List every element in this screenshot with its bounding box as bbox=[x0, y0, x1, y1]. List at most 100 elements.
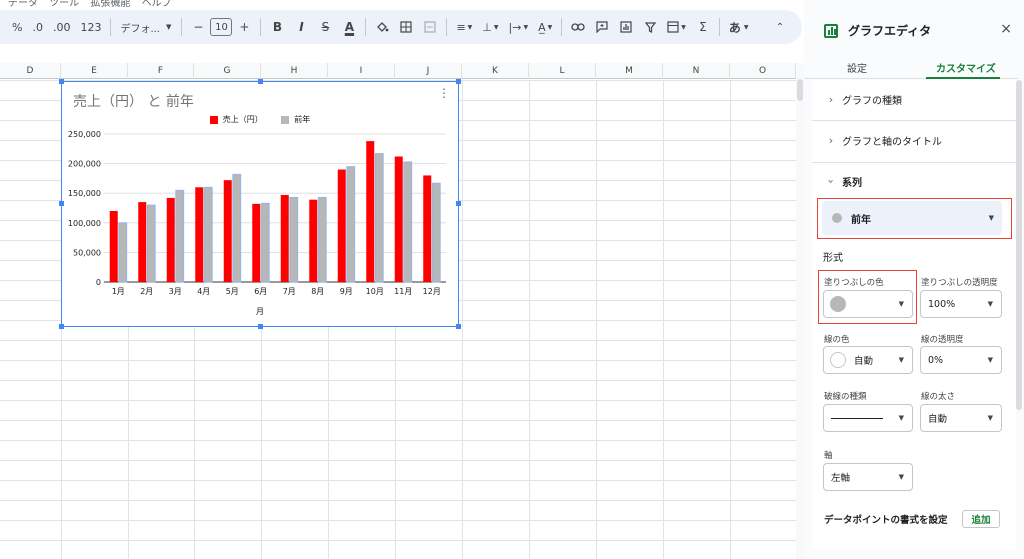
insert-link-button[interactable] bbox=[567, 15, 589, 39]
column-header[interactable]: E bbox=[61, 63, 128, 79]
line-color-picker[interactable]: 自動 ▼ bbox=[823, 346, 913, 374]
x-tick-label: 8月 bbox=[311, 287, 324, 296]
chevron-down-icon: ▼ bbox=[493, 23, 499, 31]
x-tick-label: 2月 bbox=[140, 287, 153, 296]
add-datapoint-button[interactable]: 追加 bbox=[962, 510, 1000, 528]
fill-opacity-dropdown[interactable]: 100% ▼ bbox=[920, 290, 1002, 318]
embedded-chart[interactable]: 売上（円） と 前年 ⋮ 売上（円） 前年 0 50,000 100,000 150,… bbox=[61, 81, 459, 327]
chevron-right-icon: › bbox=[828, 133, 834, 147]
close-button[interactable]: × bbox=[1000, 21, 1012, 37]
column-header[interactable]: H bbox=[261, 63, 328, 79]
borders-icon bbox=[400, 21, 413, 33]
functions-button[interactable]: Σ bbox=[692, 15, 714, 39]
column-header[interactable]: J bbox=[395, 63, 462, 79]
text-wrap-button[interactable]: |→ ▼ bbox=[505, 15, 533, 39]
tab-customize[interactable]: カスタマイズ bbox=[936, 60, 996, 75]
line-width-dropdown[interactable]: 自動 ▼ bbox=[920, 404, 1002, 432]
fill-opacity-label: 塗りつぶしの透明度 bbox=[921, 278, 998, 288]
tab-settings[interactable]: 設定 bbox=[847, 60, 867, 75]
horizontal-align-button[interactable]: ≡ ▼ bbox=[452, 15, 476, 39]
fill-color-button[interactable] bbox=[371, 15, 393, 39]
vertical-align-button[interactable]: ⊥ ▼ bbox=[478, 15, 502, 39]
y-tick-label: 100,000 bbox=[68, 219, 101, 228]
section-series[interactable]: › 系列 bbox=[820, 162, 1024, 200]
column-header[interactable]: D bbox=[0, 63, 61, 79]
grid-line bbox=[596, 80, 597, 559]
scrollbar-thumb[interactable] bbox=[797, 79, 803, 101]
resize-handle[interactable] bbox=[59, 201, 64, 206]
chevron-down-icon: ▼ bbox=[467, 23, 473, 31]
strikethrough-button[interactable]: S bbox=[314, 15, 336, 39]
chart-editor-icon-bar bbox=[828, 30, 830, 35]
borders-button[interactable] bbox=[395, 15, 417, 39]
axis-value: 左軸 bbox=[831, 473, 851, 484]
increase-decimal-button[interactable]: .00 bbox=[49, 15, 75, 39]
align-left-icon: ≡ bbox=[456, 20, 466, 34]
resize-handle[interactable] bbox=[59, 324, 64, 329]
bar bbox=[195, 187, 204, 282]
bold-button[interactable]: B bbox=[266, 15, 288, 39]
filter-button[interactable] bbox=[639, 15, 661, 39]
column-header[interactable]: I bbox=[328, 63, 395, 79]
resize-handle[interactable] bbox=[456, 324, 461, 329]
dash-type-dropdown[interactable]: ▼ bbox=[823, 404, 913, 432]
decrease-font-size-button[interactable]: − bbox=[187, 15, 209, 39]
menu-tools[interactable]: ツール bbox=[49, 0, 79, 9]
bar bbox=[394, 156, 403, 282]
column-header[interactable]: O bbox=[730, 63, 796, 79]
section-chart-axis-titles[interactable]: › グラフと軸のタイトル bbox=[820, 121, 1024, 159]
section-chart-type[interactable]: › グラフの種類 bbox=[820, 80, 1024, 118]
font-family-dropdown[interactable]: デフォ... ▼ bbox=[116, 15, 176, 39]
resize-handle[interactable] bbox=[59, 79, 64, 84]
resize-handle[interactable] bbox=[258, 79, 263, 84]
column-header[interactable]: F bbox=[128, 63, 194, 79]
insert-chart-button[interactable] bbox=[615, 15, 637, 39]
chart-editor-icon-bar bbox=[831, 27, 833, 35]
percent-format-button[interactable]: % bbox=[8, 15, 26, 39]
input-tools-button[interactable]: あ ▼ bbox=[725, 15, 753, 39]
bar bbox=[118, 222, 128, 283]
axis-dropdown[interactable]: 左軸 ▼ bbox=[823, 463, 913, 491]
menu-help[interactable]: ヘルプ bbox=[142, 0, 172, 9]
column-header[interactable]: G bbox=[194, 63, 261, 79]
line-opacity-dropdown[interactable]: 0% ▼ bbox=[920, 346, 1002, 374]
column-header[interactable]: M bbox=[596, 63, 663, 79]
grid-line bbox=[663, 80, 664, 559]
merge-cells-button[interactable] bbox=[419, 15, 441, 39]
increase-font-size-button[interactable]: + bbox=[233, 15, 255, 39]
more-formats-button[interactable]: 123 bbox=[76, 15, 105, 39]
column-header[interactable]: N bbox=[663, 63, 730, 79]
chevron-up-icon: ⌃ bbox=[775, 21, 785, 33]
resize-handle[interactable] bbox=[258, 324, 263, 329]
menu-data[interactable]: データ bbox=[8, 0, 38, 9]
column-header[interactable]: L bbox=[529, 63, 596, 79]
section-label: 系列 bbox=[842, 177, 862, 189]
resize-handle[interactable] bbox=[456, 79, 461, 84]
menu-extensions[interactable]: 拡張機能 bbox=[90, 0, 130, 9]
dropdown-arrow-icon: ▼ bbox=[898, 414, 904, 422]
chevron-down-icon: › bbox=[824, 178, 838, 184]
x-axis-title[interactable]: 月 bbox=[62, 306, 458, 317]
italic-button[interactable]: I bbox=[290, 15, 312, 39]
font-family-value: デフォ... bbox=[120, 23, 160, 35]
panel-title: グラフエディタ bbox=[848, 24, 932, 38]
panel-scrollbar[interactable] bbox=[1016, 80, 1022, 410]
bold-icon: B bbox=[272, 20, 283, 34]
close-icon: × bbox=[1000, 21, 1012, 37]
text-rotation-button[interactable]: A̲ ▼ bbox=[534, 15, 556, 39]
font-size-input[interactable]: 10 bbox=[210, 18, 233, 36]
x-tick-label: 3月 bbox=[169, 287, 182, 296]
resize-handle[interactable] bbox=[456, 201, 461, 206]
text-color-button[interactable]: A bbox=[338, 15, 360, 39]
italic-icon: I bbox=[299, 20, 304, 34]
sheet-scrollbar[interactable] bbox=[796, 63, 804, 559]
line-color-label: 線の色 bbox=[824, 335, 850, 345]
text-color-icon: A bbox=[344, 20, 355, 34]
collapse-toolbar-button[interactable]: ⌃ bbox=[769, 15, 791, 39]
decrease-decimal-button[interactable]: .0 bbox=[28, 15, 47, 39]
filter-views-button[interactable]: ▼ bbox=[663, 15, 690, 39]
tab-active-indicator bbox=[926, 77, 1000, 79]
bar bbox=[223, 180, 232, 282]
column-header[interactable]: K bbox=[462, 63, 529, 79]
insert-comment-button[interactable] bbox=[591, 15, 613, 39]
